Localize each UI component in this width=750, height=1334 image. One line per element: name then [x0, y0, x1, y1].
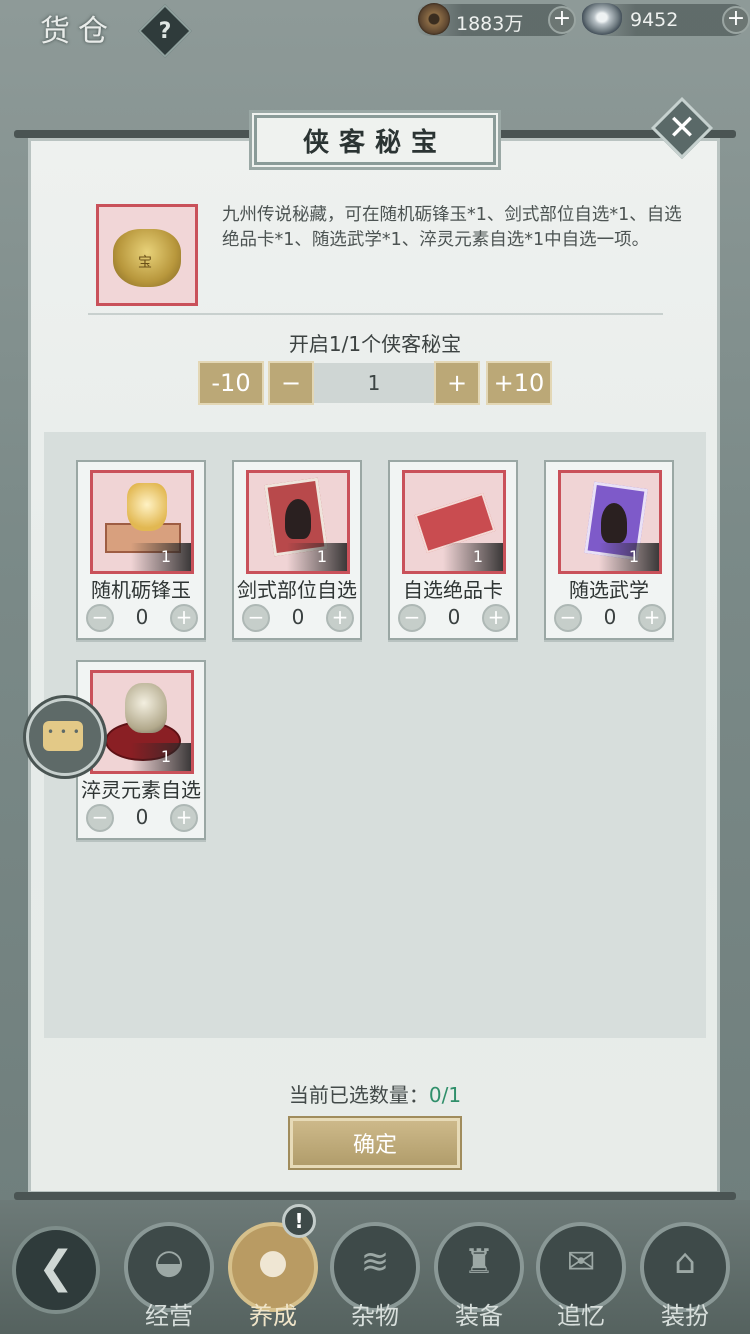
silhouette-icon	[601, 503, 627, 543]
reward-thumbnail: 1	[90, 470, 194, 574]
reward-name: 自选绝品卡	[403, 578, 503, 602]
reward-thumbnail: 1	[402, 470, 506, 574]
copper-currency: 1883万 +	[414, 3, 576, 36]
element-stone-icon	[125, 683, 167, 733]
reward-card-martial[interactable]: 1 随选武学 − 0 +	[544, 460, 674, 640]
bowl-icon: ◒	[154, 1242, 184, 1282]
quantity-stepper: − 0 +	[554, 604, 666, 632]
nav-label: 装备	[455, 1302, 503, 1330]
divider	[88, 313, 663, 315]
count-badge: 1	[131, 543, 191, 571]
stepper-value: 0	[291, 605, 305, 629]
nav-item-business[interactable]: ◒ 经营	[124, 1222, 216, 1334]
copper-amount: 1883万	[456, 13, 524, 35]
count-badge: 1	[131, 743, 191, 771]
silver-ingot-icon	[582, 3, 622, 35]
nav-label: 养成	[249, 1302, 297, 1330]
count-badge: 1	[287, 543, 347, 571]
stepper-minus-button[interactable]: −	[242, 604, 270, 632]
count-badge: 1	[443, 543, 503, 571]
page-title: 货仓	[40, 14, 116, 49]
selected-count: 当前已选数量：0/1	[0, 1079, 750, 1108]
reward-name: 淬灵元素自选	[81, 778, 201, 802]
nav-item-dressup[interactable]: ⌂ 装扮	[640, 1222, 732, 1334]
top-bar: 货仓 ? 1883万 + 9452 +	[0, 0, 750, 58]
close-icon: ✕	[667, 108, 697, 148]
nav-label: 杂物	[351, 1302, 399, 1330]
confirm-button[interactable]: 确定	[290, 1118, 460, 1168]
stepper-minus-button[interactable]: −	[554, 604, 582, 632]
quantity-stepper: − 0 +	[242, 604, 354, 632]
stepper-value: 0	[447, 605, 461, 629]
stepper-plus-button[interactable]: +	[170, 604, 198, 632]
stepper-plus-button[interactable]: +	[170, 804, 198, 832]
bottom-nav: ❮ ◒ 经营 ● 养成 ≋ 杂物 ♜ 装备 ✉ 追忆 ⌂ 装扮	[0, 1200, 750, 1334]
letter-icon: ✉	[566, 1242, 596, 1282]
scroll-rod-bottom	[14, 1192, 736, 1200]
reward-name: 剑式部位自选	[237, 578, 357, 602]
quantity-stepper: − 0 +	[86, 604, 198, 632]
stepper-minus-button[interactable]: −	[86, 604, 114, 632]
help-button[interactable]: ?	[138, 4, 192, 58]
pavilion-icon: ⌂	[674, 1242, 696, 1282]
nav-item-misc[interactable]: ≋ 杂物	[330, 1222, 422, 1334]
stepper-value: 0	[603, 605, 617, 629]
selected-count-value: 0/1	[428, 1083, 462, 1107]
stepper-value: 0	[135, 805, 149, 829]
item-description: 九州传说秘藏，可在随机砺锋玉*1、剑式部位自选*1、自选绝品卡*1、随选武学*1…	[222, 205, 682, 250]
stepper-value: 0	[135, 605, 149, 629]
back-button[interactable]: ❮	[12, 1226, 100, 1314]
stepper-minus-button[interactable]: −	[86, 804, 114, 832]
reward-card-premium[interactable]: 1 自选绝品卡 − 0 +	[388, 460, 518, 640]
stepper-plus-button[interactable]: +	[326, 604, 354, 632]
chat-button[interactable]	[26, 698, 104, 776]
stepper-minus-button[interactable]: −	[398, 604, 426, 632]
stepper-plus-button[interactable]: +	[638, 604, 666, 632]
reward-thumbnail: 1	[246, 470, 350, 574]
reward-name: 随选武学	[569, 578, 649, 602]
quantity-stepper: − 0 +	[86, 804, 198, 832]
nav-item-memories[interactable]: ✉ 追忆	[536, 1222, 628, 1334]
nav-label: 装扮	[661, 1302, 709, 1330]
quantity-stepper: − 0 +	[398, 604, 510, 632]
nav-item-cultivate[interactable]: ● 养成	[228, 1222, 320, 1334]
stepper-plus-button[interactable]: +	[482, 604, 510, 632]
nav-label: 追忆	[557, 1302, 605, 1330]
plus-button[interactable]: +	[434, 361, 480, 405]
count-badge: 1	[599, 543, 659, 571]
silver-amount: 9452	[630, 9, 679, 31]
pot-mark: 宝	[138, 255, 152, 271]
nav-label: 经营	[145, 1302, 193, 1330]
open-count-label: 开启1/1个侠客秘宝	[288, 332, 462, 356]
robe-icon: ♜	[463, 1242, 495, 1282]
silver-currency: 9452 +	[582, 3, 750, 36]
reward-thumbnail: 1	[558, 470, 662, 574]
question-icon: ?	[158, 18, 172, 44]
minus-ten-button[interactable]: -10	[198, 361, 264, 405]
treasure-item-thumbnail: 宝	[96, 204, 198, 306]
reward-card-sword-part[interactable]: 1 剑式部位自选 − 0 +	[232, 460, 362, 640]
selected-count-label: 当前已选数量：	[288, 1083, 429, 1107]
reward-card-random-jade[interactable]: 1 随机砺锋玉 − 0 +	[76, 460, 206, 640]
reward-thumbnail: 1	[90, 670, 194, 774]
minus-button[interactable]: −	[268, 361, 314, 405]
quantity-input[interactable]: 1	[314, 363, 434, 403]
chat-icon	[43, 721, 83, 751]
alert-icon: !	[282, 1204, 316, 1238]
copper-coin-icon	[418, 3, 450, 35]
jade-stone-icon	[127, 483, 167, 531]
pearl-icon: ●	[258, 1242, 288, 1282]
reward-name: 随机砺锋玉	[91, 578, 191, 602]
sticks-icon: ≋	[360, 1242, 390, 1282]
add-silver-button[interactable]: +	[722, 6, 750, 34]
dialog-title: 侠客秘宝	[252, 113, 498, 167]
plus-ten-button[interactable]: +10	[486, 361, 552, 405]
nav-item-equipment[interactable]: ♜ 装备	[434, 1222, 526, 1334]
silhouette-icon	[285, 499, 311, 539]
add-copper-button[interactable]: +	[548, 6, 576, 34]
